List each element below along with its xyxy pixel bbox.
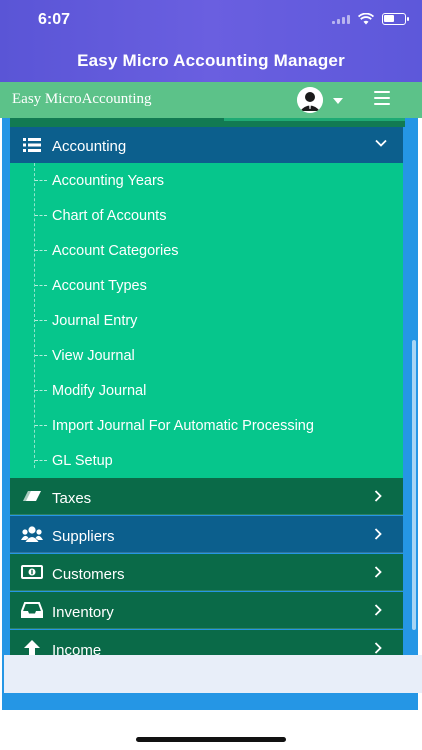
battery-icon (382, 13, 409, 25)
status-icons (332, 13, 409, 25)
inbox-icon (21, 602, 43, 618)
submenu-item-label: Modify Journal (52, 383, 147, 399)
hamburger-menu-icon[interactable] (374, 91, 390, 105)
submenu-item-label: Journal Entry (52, 313, 138, 329)
sidebar-panel: Accounting Accounting Years Chart of Acc… (2, 118, 418, 710)
menu-item-label: Inventory (52, 604, 114, 621)
submenu-item-view-journal[interactable]: View Journal (10, 338, 403, 373)
wifi-icon (358, 13, 374, 25)
list-icon (23, 138, 41, 152)
submenu-item-account-categories[interactable]: Account Categories (10, 233, 403, 268)
tree-branch (35, 320, 47, 321)
user-avatar-icon (297, 87, 323, 113)
status-time: 6:07 (38, 11, 71, 28)
tree-branch (35, 285, 47, 286)
submenu-item-journal-entry[interactable]: Journal Entry (10, 303, 403, 338)
menu-section-accounting[interactable]: Accounting (10, 127, 403, 163)
submenu-item-chart-of-accounts[interactable]: Chart of Accounts (10, 198, 403, 233)
menu-section-label: Accounting (52, 138, 127, 155)
submenu-item-label: Account Categories (52, 243, 179, 259)
menu-item-suppliers[interactable]: Suppliers (10, 516, 403, 553)
chevron-down-icon (375, 139, 387, 147)
submenu-item-import-journal[interactable]: Import Journal For Automatic Processing (10, 408, 403, 443)
chevron-right-icon (374, 528, 382, 540)
tree-branch (35, 460, 47, 461)
app-title: Easy Micro Accounting Manager (77, 51, 345, 70)
tree-branch (35, 215, 47, 216)
signal-icon (332, 14, 350, 24)
avatar[interactable] (297, 87, 323, 113)
menu-item-inventory[interactable]: Inventory (10, 592, 403, 629)
submenu-item-label: Account Types (52, 278, 147, 294)
submenu-item-label: Chart of Accounts (52, 208, 167, 224)
eraser-icon (23, 491, 41, 501)
app-header: Easy MicroAccounting (0, 82, 422, 118)
tree-branch (35, 425, 47, 426)
menu-item-label: Income (52, 642, 102, 655)
submenu-item-label: GL Setup (52, 453, 113, 469)
previous-item-edge (10, 118, 405, 127)
chevron-right-icon (374, 566, 382, 578)
app-screen: 6:07 Easy Micro Accounting Manager Easy … (0, 0, 422, 750)
users-icon (21, 526, 43, 542)
menu-item-taxes[interactable]: Taxes (10, 478, 403, 515)
tree-branch (35, 390, 47, 391)
submenu-item-gl-setup[interactable]: GL Setup (10, 443, 403, 478)
chevron-right-icon (374, 604, 382, 616)
submenu-item-account-types[interactable]: Account Types (10, 268, 403, 303)
tree-branch (35, 250, 47, 251)
money-icon (21, 565, 43, 579)
menu-item-label: Customers (52, 566, 125, 583)
menu-item-label: Suppliers (52, 528, 115, 545)
tree-branch (35, 355, 47, 356)
brand-logo-text[interactable]: Easy MicroAccounting (12, 91, 152, 108)
submenu-item-label: Accounting Years (52, 173, 165, 189)
submenu-item-label: View Journal (52, 348, 135, 364)
sidebar-menu: Accounting Accounting Years Chart of Acc… (10, 118, 405, 655)
submenu-item-label: Import Journal For Automatic Processing (52, 418, 314, 434)
accounting-submenu: Accounting Years Chart of Accounts Accou… (10, 163, 403, 478)
caret-down-icon[interactable] (333, 98, 343, 104)
arrow-up-icon (24, 640, 40, 655)
menu-item-label: Taxes (52, 490, 92, 507)
home-indicator[interactable] (136, 737, 286, 742)
title-bar: 6:07 Easy Micro Accounting Manager (0, 0, 422, 82)
submenu-item-accounting-years[interactable]: Accounting Years (10, 163, 403, 198)
menu-item-income[interactable]: Income (10, 630, 403, 655)
tree-branch (35, 180, 47, 181)
submenu-item-modify-journal[interactable]: Modify Journal (10, 373, 403, 408)
menu-item-customers[interactable]: Customers (10, 554, 403, 591)
chevron-right-icon (374, 642, 382, 654)
footer-area (4, 655, 422, 693)
chevron-right-icon (374, 490, 382, 502)
scrollbar[interactable] (412, 340, 416, 630)
